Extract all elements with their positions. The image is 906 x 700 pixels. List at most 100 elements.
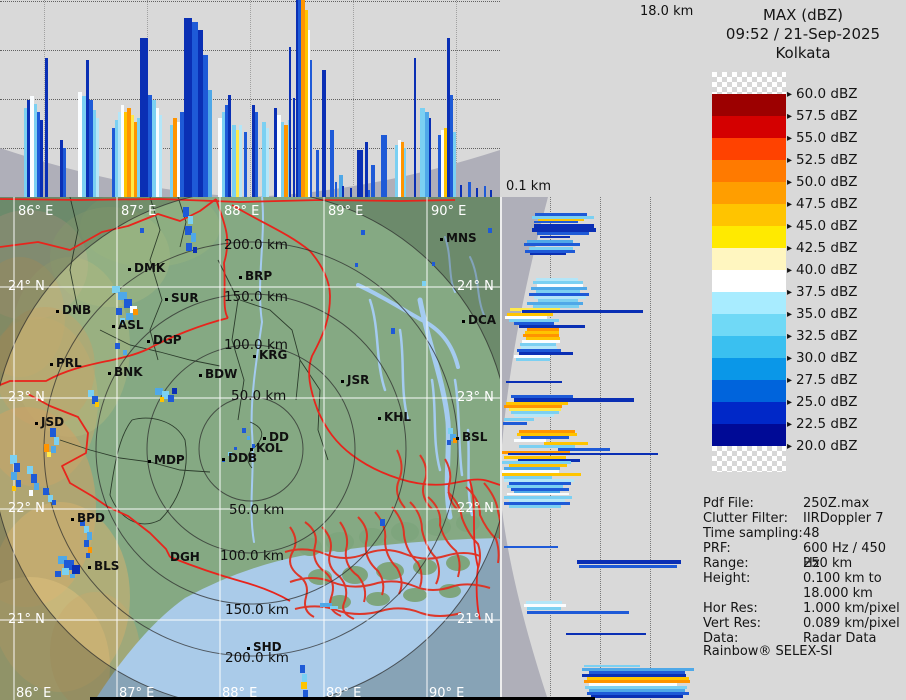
echo-row [527,607,561,610]
echo-column [159,115,162,197]
scale-arrow-icon: ▸ [787,221,793,232]
echo-row [540,236,570,238]
color-band [712,270,786,292]
radar-echo [140,228,144,233]
info-row: Time sampling: 48 [703,526,903,541]
station-label: DCA [468,313,497,327]
echo-row [591,695,683,698]
echo-column [255,112,258,197]
side-height-profile-panel[interactable] [502,197,700,700]
color-scale-entry: ▸ 57.5 dBZ [787,108,858,124]
radar-echo [14,463,20,472]
color-band [712,380,786,402]
range-ring-label: 50.0 km [231,388,287,404]
radar-echo [50,428,56,437]
color-scale-entry: ▸ 55.0 dBZ [787,130,858,146]
radar-echo [54,437,59,445]
height-min-label: 0.1 km [506,179,551,194]
info-label: Pdf File: [703,496,754,511]
station-dot [456,437,459,440]
top-height-profile-panel[interactable] [0,0,500,197]
range-ring-label: 100.0 km [220,548,284,564]
longitude-label: 88° E [224,204,260,219]
echo-column [244,132,247,197]
echo-column [342,186,344,197]
radar-echo [27,466,33,474]
product-datetime: 09:52 / 21-Sep-2025 [725,25,881,43]
scale-arrow-icon: ▸ [787,441,793,452]
radar-echo [301,682,307,689]
echo-column [453,132,456,197]
info-label: Height: [703,571,751,586]
echo-column [350,188,352,197]
color-scale-entry: ▸ 50.0 dBZ [787,174,858,190]
station-label: DGP [153,333,182,347]
radar-echo [361,230,365,235]
legend-panel: MAX (dBZ) 09:52 / 21-Sep-2025 Kolkata ▸ 6… [700,0,906,700]
scale-arrow-icon: ▸ [787,199,793,210]
radar-echo [11,472,17,480]
latitude-label: 21° N [8,612,45,627]
station-dot [56,310,59,313]
radar-echo [234,447,237,450]
echo-column [414,58,416,197]
echo-row [507,493,569,495]
station-dot [112,325,115,328]
radar-echo [116,308,122,315]
range-ring-label: 150.0 km [225,602,289,618]
station-dot [108,372,111,375]
color-band [712,358,786,380]
color-band [712,336,786,358]
radar-echo [191,233,196,242]
scale-arrow-icon: ▸ [787,375,793,386]
radar-echo [380,519,385,526]
echo-column [40,120,43,197]
echo-column [289,47,291,197]
radar-echo [16,480,21,487]
echo-column [368,190,370,197]
radar-echo [355,263,358,267]
echo-column [468,182,471,197]
radar-map[interactable]: 86° E 86° E 87° E 87° E 88° E 88° E 89° E 89° E… [0,197,502,700]
echo-column [140,38,148,197]
color-band [712,116,786,138]
station-dot [71,518,74,521]
info-label: Hor Res: [703,601,758,616]
echo-column [316,150,319,197]
echo-column [381,135,387,197]
radar-echo [12,486,16,491]
radar-echo [193,247,197,253]
echo-column [357,150,363,197]
color-band [712,446,786,472]
echo-column [429,118,431,197]
info-label: Time sampling: [703,526,803,541]
echo-row [504,546,558,548]
radar-echo [51,446,56,453]
scale-arrow-icon: ▸ [787,397,793,408]
radar-echo [31,474,37,483]
station-dot [35,422,38,425]
station-dot [253,355,256,358]
echo-column [484,186,486,197]
scale-arrow-icon: ▸ [787,419,793,430]
color-scale-entry: ▸ 52.5 dBZ [787,152,858,168]
product-header: MAX (dBZ) 09:52 / 21-Sep-2025 Kolkata [700,6,906,63]
station-label: DGH [170,550,200,564]
radar-echo [300,665,305,673]
info-label: Clutter Filter: [703,511,788,526]
scale-arrow-icon: ▸ [787,177,793,188]
station-label: ASL [118,318,144,332]
echo-row [509,505,561,508]
station-dot [247,647,250,650]
radar-echo [115,343,120,349]
echo-column [184,18,192,197]
echo-column [63,148,66,197]
color-scale-entry: ▸ 35.0 dBZ [787,306,858,322]
echo-column [239,125,242,197]
radar-echo [72,565,80,574]
station-dot [165,298,168,301]
radar-echo [186,243,192,251]
radar-echo [133,309,138,315]
station-label: JSD [41,415,65,429]
echo-row [534,221,578,223]
